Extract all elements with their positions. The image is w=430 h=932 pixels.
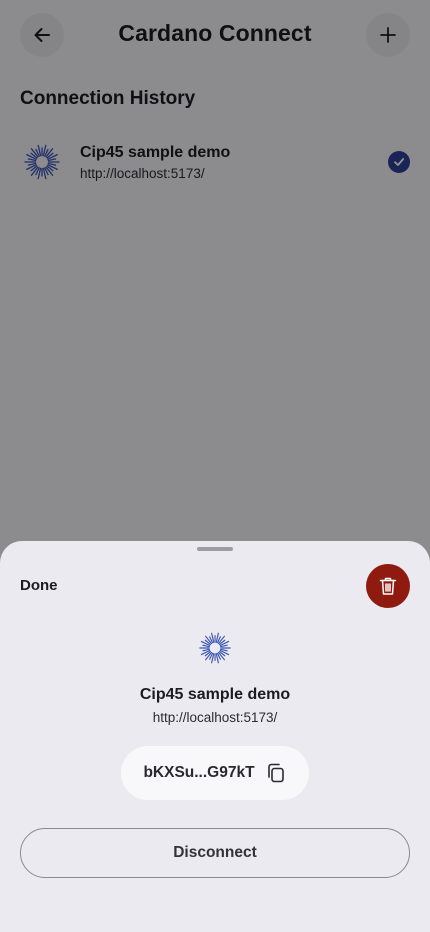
peer-id-chip[interactable]: bKXSu...G97kT: [121, 746, 309, 800]
trash-icon: [379, 577, 397, 595]
copy-icon[interactable]: [265, 762, 287, 784]
dapp-url: http://localhost:5173/: [152, 710, 278, 725]
peer-id-text: bKXSu...G97kT: [143, 764, 255, 781]
bottom-sheet: Done Cip45 sample demo http://localhost:…: [0, 541, 430, 932]
done-button[interactable]: Done: [20, 577, 58, 594]
drag-handle[interactable]: [197, 547, 233, 551]
delete-button[interactable]: [366, 564, 410, 608]
dapp-logo-icon: [199, 632, 231, 664]
disconnect-button[interactable]: Disconnect: [20, 828, 410, 878]
dapp-name: Cip45 sample demo: [139, 686, 291, 703]
